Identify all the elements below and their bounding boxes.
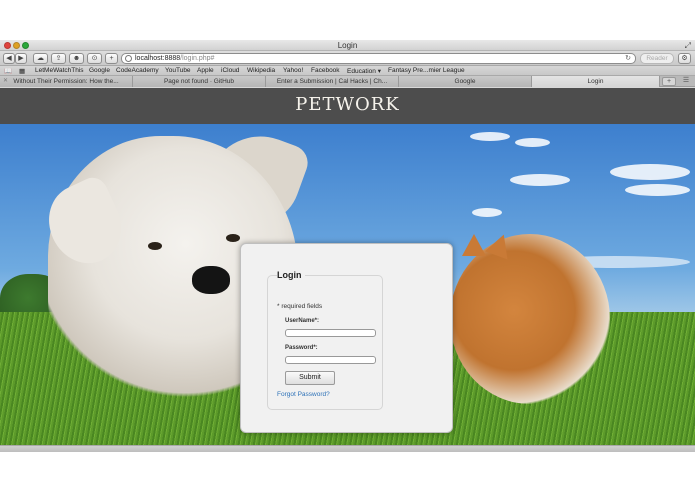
cloud [470,132,510,141]
submit-button[interactable]: Submit [285,371,335,385]
bookmarks-bar: 📖 ▦ LetMeWatchThis Google CodeAcademy Yo… [0,66,695,76]
tab-google[interactable]: Google [399,76,532,87]
reload-icon[interactable]: ↻ [625,54,631,63]
tab-label: Enter a Submission | Cal Hacks | Ch... [276,78,388,85]
site-header: PETWORK [0,88,695,124]
top-sites-icon[interactable]: ▦ [19,67,25,75]
globe-icon [125,55,132,62]
login-fieldset [267,275,383,410]
bookmark-facebook[interactable]: Facebook [311,67,340,74]
title-bar: Login ⤢ [0,40,695,51]
reading-list-button[interactable]: ☻ [69,53,84,64]
share-button[interactable]: ⇪ [51,53,66,64]
cloud [610,164,690,180]
forgot-password-link[interactable]: Forgot Password? [277,391,330,398]
username-input[interactable] [285,329,376,337]
tab-login[interactable]: Login [532,76,660,87]
browser-toolbar: ◀ ▶ ☁ ⇪ ☻ ⊙ + localhost:8888/login.php# … [0,51,695,66]
tab-label: Login [587,78,604,85]
password-label: Password*: [285,345,318,351]
downloads-button[interactable]: ⊙ [87,53,102,64]
dog-nose [192,266,230,294]
bookmark-yahoo[interactable]: Yahoo! [283,67,303,74]
cloud [515,138,550,147]
brand-logo[interactable]: PETWORK [0,94,695,115]
login-modal: Login * required fields UserName*: Passw… [240,243,453,433]
kitten [450,234,610,404]
add-bookmark-button[interactable]: + [105,53,118,64]
bookmark-letmewatchthis[interactable]: LetMeWatchThis [35,67,84,74]
cloud [510,174,570,186]
tab-label: Google [454,78,476,85]
bookmark-apple[interactable]: Apple [197,67,214,74]
username-label: UserName*: [285,318,320,324]
login-title: Login [277,270,305,280]
tab-without-their-permission[interactable]: ✕ Without Their Permission: How the... [0,76,133,87]
bookmark-youtube[interactable]: YouTube [165,67,191,74]
window-title: Login [337,41,358,50]
dog-eye [148,242,162,250]
new-tab-button[interactable]: + [662,77,676,86]
cloud [472,208,502,217]
icloud-tabs-button[interactable]: ☁ [33,53,48,64]
bookmark-codeacademy[interactable]: CodeAcademy [116,67,159,74]
page-content: PETWORK Login * required fields UserName… [0,88,695,445]
tab-close-icon[interactable]: ✕ [3,76,8,87]
kitten-ear [462,234,486,256]
tab-github[interactable]: Page not found · GitHub [133,76,266,87]
forward-button[interactable]: ▶ [15,53,27,64]
back-button[interactable]: ◀ [3,53,15,64]
tab-label: Without Their Permission: How the... [13,78,119,85]
tab-cal-hacks[interactable]: Enter a Submission | Cal Hacks | Ch... [266,76,399,87]
required-fields-note: * required fields [277,303,323,310]
show-sidebar-icon[interactable]: 📖 [4,67,12,75]
url-path: /login.php# [180,55,215,62]
bookmark-education-folder[interactable]: Education ▾ [347,67,381,75]
tab-list-icon[interactable]: ☰ [680,77,692,86]
password-input[interactable] [285,356,376,364]
bookmark-google[interactable]: Google [89,67,110,74]
address-bar[interactable]: localhost:8888/login.php# ↻ [121,53,636,64]
dog-eye [226,234,240,242]
bookmark-fantasy-premier-league[interactable]: Fantasy Pre...mier League [388,67,465,74]
reader-button[interactable]: Reader [640,53,674,64]
url-host: localhost:8888 [135,55,181,62]
settings-gear-icon[interactable]: ⚙ [678,53,691,64]
status-bar [0,445,695,452]
bookmark-icloud[interactable]: iCloud [221,67,239,74]
cloud [625,184,690,196]
tab-label: Page not found · GitHub [163,78,235,85]
tab-bar: ✕ Without Their Permission: How the... P… [0,76,695,87]
fullscreen-icon[interactable]: ⤢ [685,41,691,51]
browser-window: Login ⤢ ◀ ▶ ☁ ⇪ ☻ ⊙ + localhost:8888/log… [0,40,695,452]
bookmark-wikipedia[interactable]: Wikipedia [247,67,275,74]
